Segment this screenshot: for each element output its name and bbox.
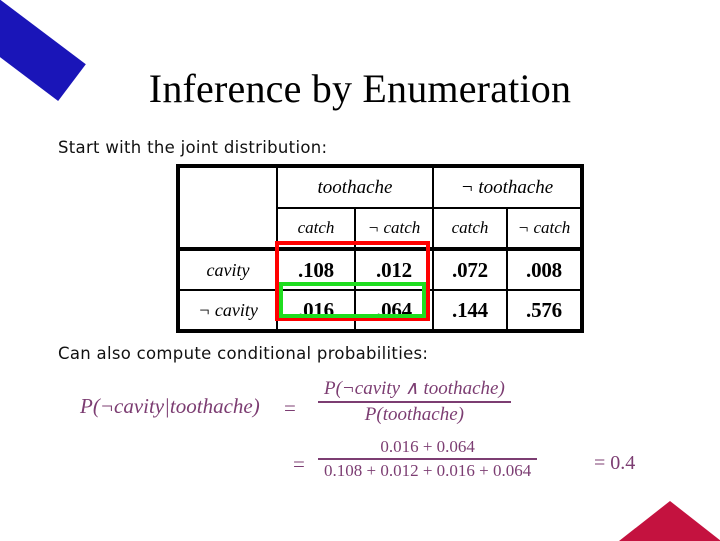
fraction-symbolic: P(¬cavity ∧ toothache) P(toothache) [318, 378, 511, 426]
fraction-numeric-denominator: 0.108 + 0.012 + 0.016 + 0.064 [318, 457, 538, 481]
equals-sign-2: = [293, 452, 305, 476]
joint-distribution-table: toothache ¬ toothache catch ¬ catch catc… [176, 164, 584, 333]
fraction-numeric: 0.016 + 0.064 0.108 + 0.012 + 0.016 + 0.… [318, 437, 538, 481]
equation-result: = 0.4 [594, 452, 636, 474]
fraction-numeric-numerator: 0.016 + 0.064 [380, 437, 475, 456]
slide-canvas: Inference by Enumeration Start with the … [0, 0, 720, 541]
table-row-group-header: toothache ¬ toothache [177, 165, 583, 250]
group-header-not-toothache: ¬ toothache [432, 165, 583, 209]
table-row: cavity .108 .012 .072 .008 [177, 247, 583, 291]
cell-cavity-toothache-notcatch: .012 [354, 247, 434, 291]
conditional-text: Can also compute conditional probabiliti… [58, 344, 429, 363]
sub-header-catch-2: catch [432, 207, 508, 250]
row-label-cavity: cavity [177, 247, 278, 291]
cell-notcavity-toothache-notcatch: .064 [354, 289, 434, 332]
cell-cavity-toothache-catch: .108 [276, 247, 356, 291]
cell-notcavity-nottoothache-notcatch: .576 [506, 289, 583, 332]
sub-header-not-catch-2: ¬ catch [506, 207, 583, 250]
fraction-symbolic-numerator: P(¬cavity ∧ toothache) [324, 378, 505, 399]
equation-left-side: P(¬cavity|toothache) [80, 394, 260, 418]
cell-cavity-nottoothache-catch: .072 [432, 247, 508, 291]
sub-header-not-catch-1: ¬ catch [354, 207, 434, 250]
group-header-toothache: toothache [276, 165, 434, 209]
intro-text: Start with the joint distribution: [58, 138, 328, 157]
equals-sign-1: = [284, 396, 296, 420]
sub-header-catch-1: catch [276, 207, 356, 250]
fraction-symbolic-denominator: P(toothache) [318, 400, 511, 426]
cell-notcavity-nottoothache-catch: .144 [432, 289, 508, 332]
red-corner-triangle [619, 501, 720, 541]
cell-notcavity-toothache-catch: .016 [276, 289, 356, 332]
table-row: ¬ cavity .016 .064 .144 .576 [177, 289, 583, 332]
cell-cavity-nottoothache-notcatch: .008 [506, 247, 583, 291]
table-corner-cell [177, 165, 278, 250]
row-label-not-cavity: ¬ cavity [177, 289, 278, 332]
page-title: Inference by Enumeration [148, 66, 572, 111]
